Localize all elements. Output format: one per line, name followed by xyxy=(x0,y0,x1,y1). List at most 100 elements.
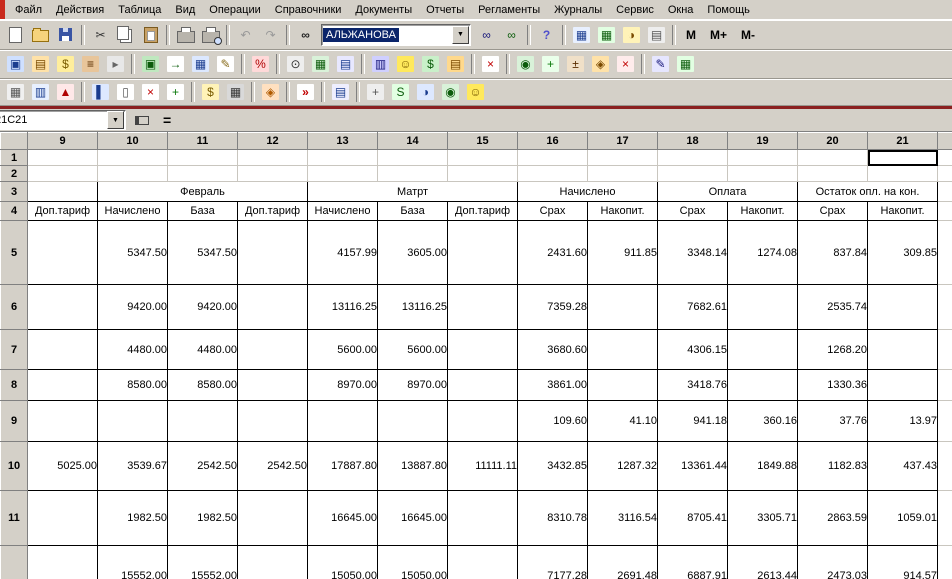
group-header-cell[interactable]: Начислено xyxy=(517,181,658,202)
grid-cell[interactable] xyxy=(237,220,308,285)
grid-cell[interactable]: 13361.44 xyxy=(657,441,728,491)
grid-cell[interactable] xyxy=(27,369,98,401)
add-icon[interactable]: + xyxy=(539,53,562,75)
grid-cell[interactable]: 914.57 xyxy=(867,545,938,579)
grid-cell[interactable] xyxy=(27,284,98,330)
grid-cell[interactable]: 5025.00 xyxy=(27,441,98,491)
grid-cell[interactable]: 911.85 xyxy=(587,220,658,285)
grid-cell[interactable]: 16645.00 xyxy=(307,490,378,546)
grid-cell[interactable] xyxy=(237,329,308,370)
grid-cell[interactable] xyxy=(27,165,98,182)
grid-cell[interactable]: 2613.44 xyxy=(727,545,798,579)
column-label-cell[interactable]: Доп.тариф xyxy=(237,201,308,221)
column-label-cell[interactable]: Начислено xyxy=(307,201,378,221)
grid-cell[interactable]: 4480.00 xyxy=(97,329,168,370)
grid-cell[interactable]: 13116.25 xyxy=(377,284,448,330)
grid-cell[interactable]: 3680.60 xyxy=(517,329,588,370)
cell-name-box[interactable]: 21C21 ▼ xyxy=(0,110,126,130)
grid-cell[interactable] xyxy=(377,149,448,166)
folder-docs-icon[interactable]: ▤ xyxy=(444,53,467,75)
column-header-14[interactable]: 14 xyxy=(377,132,448,150)
grid-cell[interactable]: 2431.60 xyxy=(517,220,588,285)
grid-cell[interactable]: 8580.00 xyxy=(97,369,168,401)
grid-cell-partial[interactable] xyxy=(937,149,952,166)
grid-cell[interactable] xyxy=(447,490,518,546)
grid-cell[interactable] xyxy=(167,149,238,166)
chart-icon[interactable]: ▲ xyxy=(54,81,77,103)
grid-cell[interactable]: 6887.91 xyxy=(657,545,728,579)
grid-cell[interactable] xyxy=(587,165,658,182)
column-header-20[interactable]: 20 xyxy=(797,132,868,150)
menu-item-8[interactable]: Регламенты xyxy=(471,2,547,18)
column-label-cell[interactable]: Срах xyxy=(517,201,588,221)
print-preview-icon[interactable] xyxy=(199,24,222,46)
row-header-5[interactable]: 5 xyxy=(0,220,28,285)
grid-corner[interactable] xyxy=(0,132,28,150)
grid-cell-partial[interactable] xyxy=(937,329,952,370)
grid-cell-partial[interactable] xyxy=(937,220,952,285)
grid-cell-partial[interactable] xyxy=(937,545,952,579)
grid-cell[interactable] xyxy=(237,149,308,166)
grid-cell[interactable] xyxy=(447,220,518,285)
menu-item-4[interactable]: Операции xyxy=(202,2,267,18)
column-label-cell[interactable]: База xyxy=(167,201,238,221)
bar-chart-icon[interactable]: ▌ xyxy=(89,81,112,103)
copy-icon[interactable] xyxy=(114,24,137,46)
find-person-icon[interactable]: ∞ xyxy=(475,24,498,46)
column-header-18[interactable]: 18 xyxy=(657,132,728,150)
column-header-10[interactable]: 10 xyxy=(97,132,168,150)
grid-cell[interactable] xyxy=(377,165,448,182)
grid-cell-partial[interactable] xyxy=(937,181,952,202)
grid-cell[interactable] xyxy=(727,369,798,401)
grid-cell[interactable]: 941.18 xyxy=(657,400,728,442)
grid-cell[interactable] xyxy=(657,149,728,166)
system-icon[interactable]: ▣ xyxy=(4,53,27,75)
grid-cell[interactable]: 9420.00 xyxy=(167,284,238,330)
row-header-1[interactable]: 1 xyxy=(0,149,28,166)
grid-cell-partial[interactable] xyxy=(937,165,952,182)
grid-cell[interactable]: 2542.50 xyxy=(167,441,238,491)
money-icon[interactable]: $ xyxy=(54,53,77,75)
grid-cell[interactable] xyxy=(447,165,518,182)
grid-cell[interactable]: 13.97 xyxy=(867,400,938,442)
grid-cell[interactable]: 2691.48 xyxy=(587,545,658,579)
grid-cell-partial[interactable] xyxy=(937,284,952,330)
group-header-cell[interactable] xyxy=(27,181,98,202)
doc-delete-icon[interactable]: × xyxy=(139,81,162,103)
grid-cell[interactable]: 1182.83 xyxy=(797,441,868,491)
grid-cell[interactable] xyxy=(447,284,518,330)
grid-cell[interactable]: 16645.00 xyxy=(377,490,448,546)
smiley2-icon[interactable]: ☺ xyxy=(464,81,487,103)
row-header-8[interactable]: 8 xyxy=(0,369,28,401)
grid-cell[interactable] xyxy=(27,490,98,546)
grid-cell[interactable]: 3418.76 xyxy=(657,369,728,401)
grid-cell[interactable]: 2542.50 xyxy=(237,441,308,491)
grid-cell[interactable] xyxy=(797,165,868,182)
grid-cell[interactable]: 5347.50 xyxy=(167,220,238,285)
grid-cell[interactable]: 437.43 xyxy=(867,441,938,491)
grid-cell[interactable]: 3539.67 xyxy=(97,441,168,491)
grid-cell[interactable]: 1849.88 xyxy=(727,441,798,491)
pin-button[interactable] xyxy=(131,110,153,130)
grid-cell[interactable]: 2535.74 xyxy=(797,284,868,330)
column-header-17[interactable]: 17 xyxy=(587,132,658,150)
report-icon[interactable]: ▤ xyxy=(329,81,352,103)
grid-cell[interactable]: 3116.54 xyxy=(587,490,658,546)
row-header-9[interactable]: 9 xyxy=(0,400,28,442)
column-header-9[interactable]: 9 xyxy=(27,132,98,150)
grid-cell[interactable] xyxy=(447,369,518,401)
grid-cell[interactable] xyxy=(867,369,938,401)
grid-cell[interactable] xyxy=(237,545,308,579)
grid-cell[interactable]: 3305.71 xyxy=(727,490,798,546)
column-label-cell[interactable]: База xyxy=(377,201,448,221)
book-icon[interactable]: ▥ xyxy=(369,53,392,75)
grid-cell[interactable]: 5600.00 xyxy=(307,329,378,370)
memory-minus-button[interactable]: М- xyxy=(736,26,760,44)
column-label-cell[interactable]: Срах xyxy=(657,201,728,221)
grid-cell[interactable]: 15552.00 xyxy=(167,545,238,579)
grid-cell[interactable]: 15050.00 xyxy=(307,545,378,579)
scales-icon[interactable]: ± xyxy=(564,53,587,75)
menu-item-11[interactable]: Окна xyxy=(661,2,701,18)
find-icon[interactable]: ∞ xyxy=(294,24,317,46)
grid-cell[interactable] xyxy=(867,165,938,182)
